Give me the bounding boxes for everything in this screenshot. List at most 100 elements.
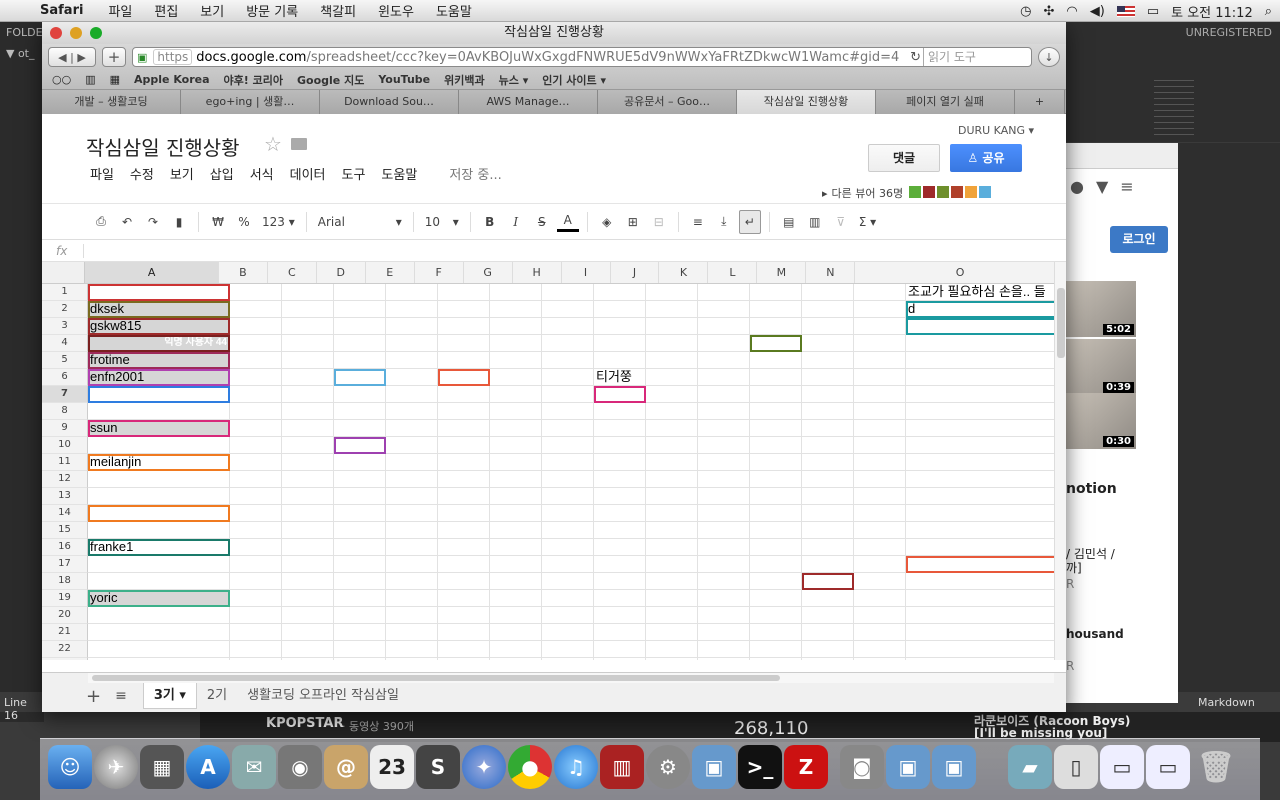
cell-k7[interactable] (698, 386, 750, 403)
cell-e1[interactable] (386, 284, 438, 301)
cell-j1[interactable] (646, 284, 698, 301)
cell-k8[interactable] (698, 403, 750, 420)
cell-c22[interactable] (282, 641, 334, 658)
cell-d18[interactable] (334, 573, 386, 590)
cell-l12[interactable] (750, 471, 802, 488)
clock[interactable]: 토 오전 11:12 (1171, 2, 1253, 21)
cell-e14[interactable] (386, 505, 438, 522)
filezilla-icon[interactable]: Z (784, 745, 828, 789)
cell-j8[interactable] (646, 403, 698, 420)
cell-e5[interactable] (386, 352, 438, 369)
menu-window[interactable]: 윈도우 (378, 1, 414, 20)
cell-l1[interactable] (750, 284, 802, 301)
column-header-l[interactable]: L (708, 262, 758, 283)
volume-icon[interactable]: ◀) (1090, 4, 1105, 19)
cell-o22[interactable] (906, 641, 1066, 658)
row-header[interactable]: 5 (42, 352, 88, 369)
cell-o3[interactable] (906, 318, 1066, 335)
cell-d21[interactable] (334, 624, 386, 641)
browser-tab[interactable]: Download Sou… (320, 90, 459, 114)
cell-j14[interactable] (646, 505, 698, 522)
cell-g4[interactable] (490, 335, 542, 352)
column-header-f[interactable]: F (415, 262, 464, 283)
window-thumbnail-icon[interactable]: ▭ (1100, 745, 1144, 789)
cell-e7[interactable] (386, 386, 438, 403)
cell-h14[interactable] (542, 505, 594, 522)
top-sites-icon[interactable]: ▦ (110, 73, 120, 86)
add-sheet-icon[interactable]: + (86, 686, 101, 707)
trash-icon[interactable]: 🗑 (1194, 745, 1238, 789)
vertical-align-icon[interactable]: ⤓ (713, 210, 735, 234)
reload-icon[interactable]: ↻ (910, 50, 921, 65)
cell-h7[interactable] (542, 386, 594, 403)
cell-a13[interactable] (88, 488, 230, 505)
cell-i11[interactable] (594, 454, 646, 471)
currency-format-button[interactable]: ₩ (207, 210, 229, 234)
cell-l18[interactable] (750, 573, 802, 590)
cell-o7[interactable] (906, 386, 1066, 403)
row-header[interactable]: 21 (42, 624, 88, 641)
cell-a2[interactable]: dksek (88, 301, 230, 318)
user-account-menu[interactable]: DURU KANG ▾ (958, 124, 1034, 137)
cell-n13[interactable] (854, 488, 906, 505)
borders-icon[interactable]: ⊞ (622, 210, 644, 234)
row-header[interactable]: 8 (42, 403, 88, 420)
cell-l7[interactable] (750, 386, 802, 403)
cell-b21[interactable] (230, 624, 282, 641)
cell-b16[interactable] (230, 539, 282, 556)
cell-l4[interactable] (750, 335, 802, 352)
cell-c15[interactable] (282, 522, 334, 539)
cell-f16[interactable] (438, 539, 490, 556)
cell-j13[interactable] (646, 488, 698, 505)
cell-c21[interactable] (282, 624, 334, 641)
column-header-d[interactable]: D (317, 262, 366, 283)
share-button[interactable]: ♙ 공유 (950, 144, 1022, 172)
window-thumbnail-icon[interactable]: ▣ (886, 745, 930, 789)
cell-j16[interactable] (646, 539, 698, 556)
cell-o18[interactable] (906, 573, 1066, 590)
cell-i9[interactable] (594, 420, 646, 437)
cell-n19[interactable] (854, 590, 906, 607)
cell-n12[interactable] (854, 471, 906, 488)
viewer-avatar[interactable] (909, 185, 922, 198)
cell-d12[interactable] (334, 471, 386, 488)
cell-g8[interactable] (490, 403, 542, 420)
cell-n17[interactable] (854, 556, 906, 573)
column-header-h[interactable]: H (513, 262, 562, 283)
finder-icon[interactable]: ☺ (48, 745, 92, 789)
cell-f11[interactable] (438, 454, 490, 471)
cell-n14[interactable] (854, 505, 906, 522)
cell-a6[interactable]: enfn2001 (88, 369, 230, 386)
cell-b5[interactable] (230, 352, 282, 369)
cell-i8[interactable] (594, 403, 646, 420)
cell-m21[interactable] (802, 624, 854, 641)
cell-a16[interactable]: franke1 (88, 539, 230, 556)
cell-b18[interactable] (230, 573, 282, 590)
cell-i23[interactable] (594, 658, 646, 660)
chrome-icon[interactable]: ● (508, 745, 552, 789)
docs-menu-edit[interactable]: 수정 (130, 164, 154, 183)
cell-c4[interactable] (282, 335, 334, 352)
cell-n7[interactable] (854, 386, 906, 403)
cell-a19[interactable]: yoric (88, 590, 230, 607)
menu-bookmarks[interactable]: 책갈피 (320, 1, 356, 20)
cell-i14[interactable] (594, 505, 646, 522)
cell-n6[interactable] (854, 369, 906, 386)
cell-j21[interactable] (646, 624, 698, 641)
cell-j2[interactable] (646, 301, 698, 318)
cell-k18[interactable] (698, 573, 750, 590)
cell-f13[interactable] (438, 488, 490, 505)
cell-d8[interactable] (334, 403, 386, 420)
cell-f2[interactable] (438, 301, 490, 318)
cell-i17[interactable] (594, 556, 646, 573)
cell-b2[interactable] (230, 301, 282, 318)
cell-g12[interactable] (490, 471, 542, 488)
calendar-icon[interactable]: 23 (370, 745, 414, 789)
menu-file[interactable]: 파일 (108, 1, 132, 20)
cell-h5[interactable] (542, 352, 594, 369)
cell-n16[interactable] (854, 539, 906, 556)
docs-menu-help[interactable]: 도움말 (381, 164, 417, 183)
cell-f4[interactable] (438, 335, 490, 352)
browser-tab[interactable]: ego+ing | 생활… (181, 90, 320, 114)
cell-o10[interactable] (906, 437, 1066, 454)
